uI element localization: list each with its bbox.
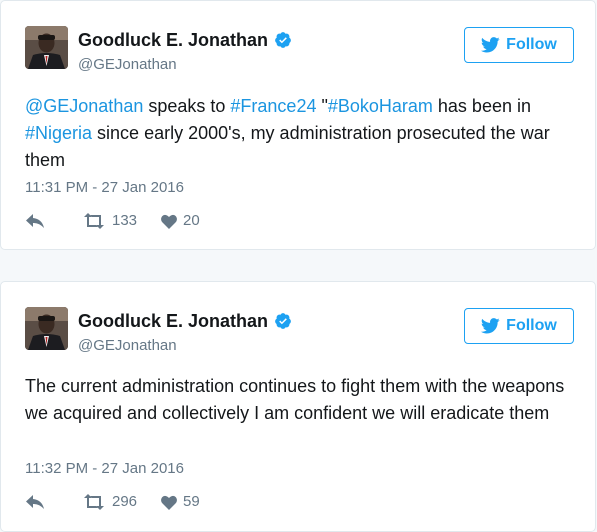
hashtag-link[interactable]: #Nigeria: [25, 123, 92, 143]
tweet-text: @GEJonathan speaks to #France24 "#BokoHa…: [25, 93, 575, 174]
retweet-button[interactable]: 296: [82, 493, 137, 511]
retweet-count: 296: [112, 493, 138, 510]
tweet-timestamp[interactable]: 11:31 PM - 27 Jan 2016: [25, 179, 184, 197]
follow-label: Follow: [506, 317, 557, 334]
avatar[interactable]: [25, 26, 68, 69]
retweet-count: 133: [112, 212, 138, 229]
twitter-bird-icon: [481, 318, 500, 334]
reply-icon: [25, 494, 45, 510]
hashtag-link[interactable]: #BokoHaram: [328, 96, 433, 116]
twitter-bird-icon: [481, 37, 500, 53]
author-name[interactable]: Goodluck E. Jonathan: [78, 310, 268, 332]
like-button[interactable]: 20: [161, 212, 200, 230]
text-fragment: has been in: [432, 96, 531, 116]
tweet-card: Goodluck E. Jonathan @GEJonathan Follow …: [0, 281, 596, 532]
heart-icon: [161, 214, 177, 229]
text-fragment: The current administration continues to …: [25, 376, 565, 423]
retweet-button[interactable]: 133: [82, 212, 137, 230]
hashtag-link[interactable]: #France24: [230, 96, 316, 116]
verified-badge-icon: [274, 31, 292, 49]
reply-button[interactable]: [25, 494, 45, 510]
author-name-row: Goodluck E. Jonathan: [78, 310, 292, 332]
tweet-feed: Goodluck E. Jonathan @GEJonathan Follow …: [0, 0, 597, 532]
tweet-timestamp[interactable]: 11:32 PM - 27 Jan 2016: [25, 460, 184, 478]
retweet-icon: [82, 494, 106, 510]
verified-badge-icon: [274, 312, 292, 330]
mention-link[interactable]: @GEJonathan: [25, 96, 143, 116]
author-name-row: Goodluck E. Jonathan: [78, 29, 292, 51]
heart-icon: [161, 495, 177, 510]
author-handle[interactable]: @GEJonathan: [78, 337, 177, 355]
follow-label: Follow: [506, 36, 557, 53]
text-fragment: ": [316, 96, 328, 116]
tweet-actions: 133 20: [25, 212, 200, 230]
like-count: 20: [183, 212, 200, 229]
follow-button[interactable]: Follow: [464, 308, 574, 344]
tweet-text: The current administration continues to …: [25, 373, 575, 427]
reply-button[interactable]: [25, 213, 45, 229]
text-fragment: speaks to: [143, 96, 231, 116]
like-button[interactable]: 59: [161, 493, 200, 511]
tweet-card: Goodluck E. Jonathan @GEJonathan Follow …: [0, 0, 596, 250]
tweet-actions: 296 59: [25, 493, 200, 511]
like-count: 59: [183, 493, 200, 510]
reply-icon: [25, 213, 45, 229]
avatar[interactable]: [25, 307, 68, 350]
text-fragment: since early 2000's, my administration pr…: [25, 123, 550, 170]
follow-button[interactable]: Follow: [464, 27, 574, 63]
author-name[interactable]: Goodluck E. Jonathan: [78, 29, 268, 51]
retweet-icon: [82, 213, 106, 229]
author-handle[interactable]: @GEJonathan: [78, 56, 177, 74]
